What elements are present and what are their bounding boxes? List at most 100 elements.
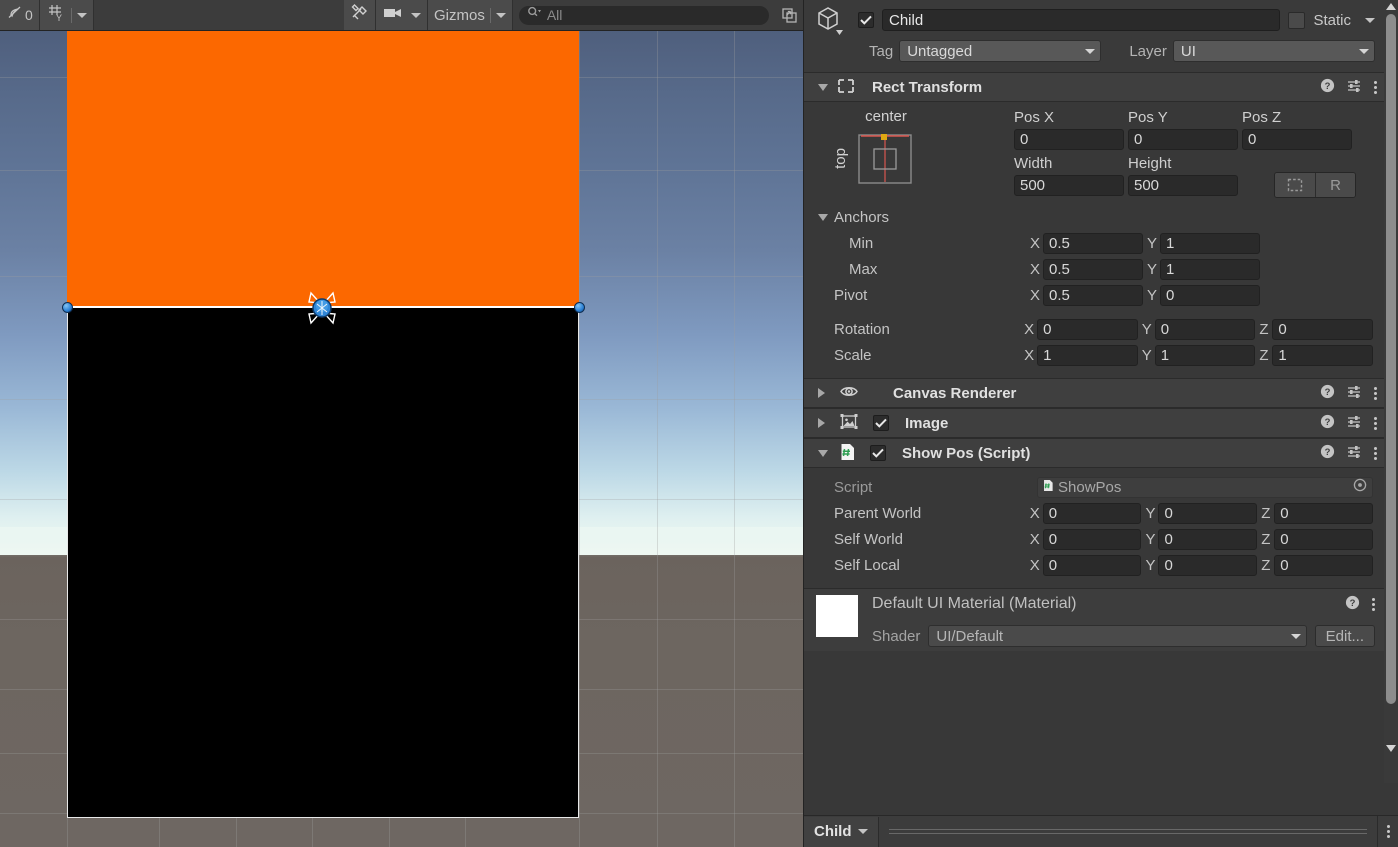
shader-edit-button[interactable]: Edit... bbox=[1314, 625, 1375, 647]
gizmos-group[interactable]: Gizmos bbox=[427, 0, 513, 30]
foldout-arrow-icon[interactable] bbox=[818, 418, 825, 428]
footer-object-dropdown[interactable]: Child bbox=[804, 816, 879, 847]
component-header-rect-transform[interactable]: Rect Transform ? bbox=[804, 72, 1385, 102]
self-local-z-input[interactable]: 0 bbox=[1274, 554, 1373, 576]
pos-x-input[interactable]: 0 bbox=[1014, 128, 1124, 150]
preset-icon[interactable] bbox=[1347, 384, 1362, 402]
scrollbar-up-arrow[interactable] bbox=[1384, 0, 1398, 13]
script-object-field[interactable]: ShowPos bbox=[1037, 476, 1373, 498]
foldout-arrow-icon[interactable] bbox=[818, 388, 825, 398]
material-preview-block[interactable]: Default UI Material (Material) ? Shader bbox=[804, 588, 1385, 651]
component-header-canvas-renderer[interactable]: Canvas Renderer ? bbox=[804, 378, 1385, 408]
shader-dropdown[interactable]: UI/Default bbox=[928, 625, 1307, 647]
scale-x-input[interactable]: 1 bbox=[1037, 344, 1138, 366]
show-pos-enabled-checkbox[interactable] bbox=[870, 445, 886, 461]
help-icon[interactable]: ? bbox=[1320, 78, 1335, 96]
anchors-foldout-arrow-icon[interactable] bbox=[818, 213, 828, 221]
rotation-z-input[interactable]: 0 bbox=[1272, 318, 1373, 340]
preset-icon[interactable] bbox=[1347, 78, 1362, 96]
anchor-max-x-input[interactable]: 0.5 bbox=[1043, 258, 1143, 280]
camera-dropdown-caret[interactable] bbox=[410, 12, 421, 18]
gameobject-name-input[interactable]: Child bbox=[882, 9, 1281, 31]
component-header-show-pos[interactable]: Show Pos (Script) ? bbox=[804, 438, 1385, 468]
help-icon[interactable]: ? bbox=[1345, 595, 1360, 613]
scene-view-panel[interactable]: 0 Y Gizmos All bbox=[0, 0, 803, 847]
gameobject-icon[interactable] bbox=[814, 3, 850, 37]
self-local-x-input[interactable]: 0 bbox=[1042, 554, 1142, 576]
height-input[interactable]: 500 bbox=[1128, 174, 1238, 196]
search-input[interactable]: All bbox=[518, 5, 770, 25]
rotation-x-input[interactable]: 0 bbox=[1037, 318, 1138, 340]
self-world-y-axis: Y bbox=[1145, 530, 1156, 548]
scrollbar-down-arrow[interactable] bbox=[1384, 742, 1398, 755]
scale-z-input[interactable]: 1 bbox=[1272, 344, 1373, 366]
preset-icon[interactable] bbox=[1347, 444, 1362, 462]
pivot-y-input[interactable]: 0 bbox=[1160, 284, 1260, 306]
inspector-panel[interactable]: Child Static Tag Untagged Layer UI Rect … bbox=[803, 0, 1398, 847]
rect-pivot-gizmo[interactable] bbox=[300, 286, 344, 330]
inspector-footer-bar[interactable]: Child bbox=[804, 815, 1398, 847]
scene-camera-icon[interactable] bbox=[382, 6, 404, 25]
scene-camera-group[interactable] bbox=[375, 0, 428, 30]
kebab-menu-icon[interactable] bbox=[1374, 80, 1377, 94]
anchor-preset-widget[interactable]: center top bbox=[818, 108, 1014, 200]
scene-tools-button[interactable] bbox=[343, 0, 376, 30]
lighting-off-icon[interactable] bbox=[6, 4, 23, 26]
grid-axis-icon[interactable]: Y bbox=[46, 3, 66, 27]
layer-dropdown[interactable]: UI bbox=[1172, 40, 1375, 62]
self-local-y-input[interactable]: 0 bbox=[1158, 554, 1258, 576]
scene-view-toolbar[interactable]: 0 Y Gizmos All bbox=[0, 0, 803, 31]
foldout-arrow-icon[interactable] bbox=[818, 83, 828, 91]
help-icon[interactable]: ? bbox=[1320, 414, 1335, 432]
kebab-menu-icon[interactable] bbox=[1372, 597, 1375, 611]
rect-handle-left[interactable] bbox=[62, 302, 73, 313]
static-checkbox[interactable] bbox=[1288, 11, 1306, 29]
inspector-scrollbar[interactable] bbox=[1384, 0, 1398, 783]
static-dropdown-caret[interactable] bbox=[1365, 17, 1375, 23]
tag-dropdown[interactable]: Untagged bbox=[899, 40, 1102, 62]
anchor-min-label: Min bbox=[849, 234, 874, 252]
scene-search-area[interactable]: All bbox=[512, 0, 776, 30]
anchor-min-y-input[interactable]: 1 bbox=[1160, 232, 1260, 254]
parent-world-z-input[interactable]: 0 bbox=[1274, 502, 1373, 524]
tools-icon[interactable] bbox=[350, 3, 369, 27]
help-icon[interactable]: ? bbox=[1320, 444, 1335, 462]
child-rect-body[interactable] bbox=[67, 307, 579, 818]
raw-edit-button[interactable]: R bbox=[1315, 173, 1355, 197]
parent-world-x-input[interactable]: 0 bbox=[1042, 502, 1142, 524]
gameobject-active-checkbox[interactable] bbox=[858, 12, 874, 28]
gizmos-dropdown-caret[interactable] bbox=[495, 12, 506, 18]
image-enabled-checkbox[interactable] bbox=[873, 415, 889, 431]
kebab-menu-icon[interactable] bbox=[1387, 825, 1390, 838]
self-world-z-input[interactable]: 0 bbox=[1274, 528, 1373, 550]
kebab-menu-icon[interactable] bbox=[1374, 386, 1377, 400]
preset-icon[interactable] bbox=[1347, 414, 1362, 432]
width-input[interactable]: 500 bbox=[1014, 174, 1124, 196]
rect-handle-right[interactable] bbox=[574, 302, 585, 313]
scrollbar-thumb[interactable] bbox=[1386, 14, 1396, 704]
footer-kebab-button[interactable] bbox=[1377, 816, 1398, 847]
parent-rect-image[interactable] bbox=[67, 31, 579, 307]
self-world-x-input[interactable]: 0 bbox=[1042, 528, 1142, 550]
component-header-image[interactable]: Image ? bbox=[804, 408, 1385, 438]
foldout-arrow-icon[interactable] bbox=[818, 449, 828, 457]
anchor-max-y-input[interactable]: 1 bbox=[1160, 258, 1260, 280]
pos-z-input[interactable]: 0 bbox=[1242, 128, 1352, 150]
help-icon[interactable]: ? bbox=[1320, 384, 1335, 402]
kebab-menu-icon[interactable] bbox=[1374, 446, 1377, 460]
self-world-y-input[interactable]: 0 bbox=[1158, 528, 1258, 550]
grid-dropdown-caret[interactable] bbox=[76, 12, 87, 18]
grid-visibility-group[interactable]: Y bbox=[39, 0, 94, 30]
pos-y-input[interactable]: 0 bbox=[1128, 128, 1238, 150]
anchor-min-x-input[interactable]: 0.5 bbox=[1043, 232, 1143, 254]
parent-world-y-input[interactable]: 0 bbox=[1158, 502, 1258, 524]
pivot-x-input[interactable]: 0.5 bbox=[1043, 284, 1143, 306]
scale-y-input[interactable]: 1 bbox=[1154, 344, 1256, 366]
blueprint-mode-button[interactable] bbox=[1275, 173, 1315, 197]
maximize-search-button[interactable] bbox=[775, 0, 803, 30]
rotation-y-input[interactable]: 0 bbox=[1154, 318, 1256, 340]
draw-mode-group[interactable]: 0 bbox=[0, 0, 40, 30]
object-picker-icon[interactable] bbox=[1353, 478, 1367, 496]
anchor-preset-diagram[interactable] bbox=[857, 131, 917, 186]
kebab-menu-icon[interactable] bbox=[1374, 416, 1377, 430]
